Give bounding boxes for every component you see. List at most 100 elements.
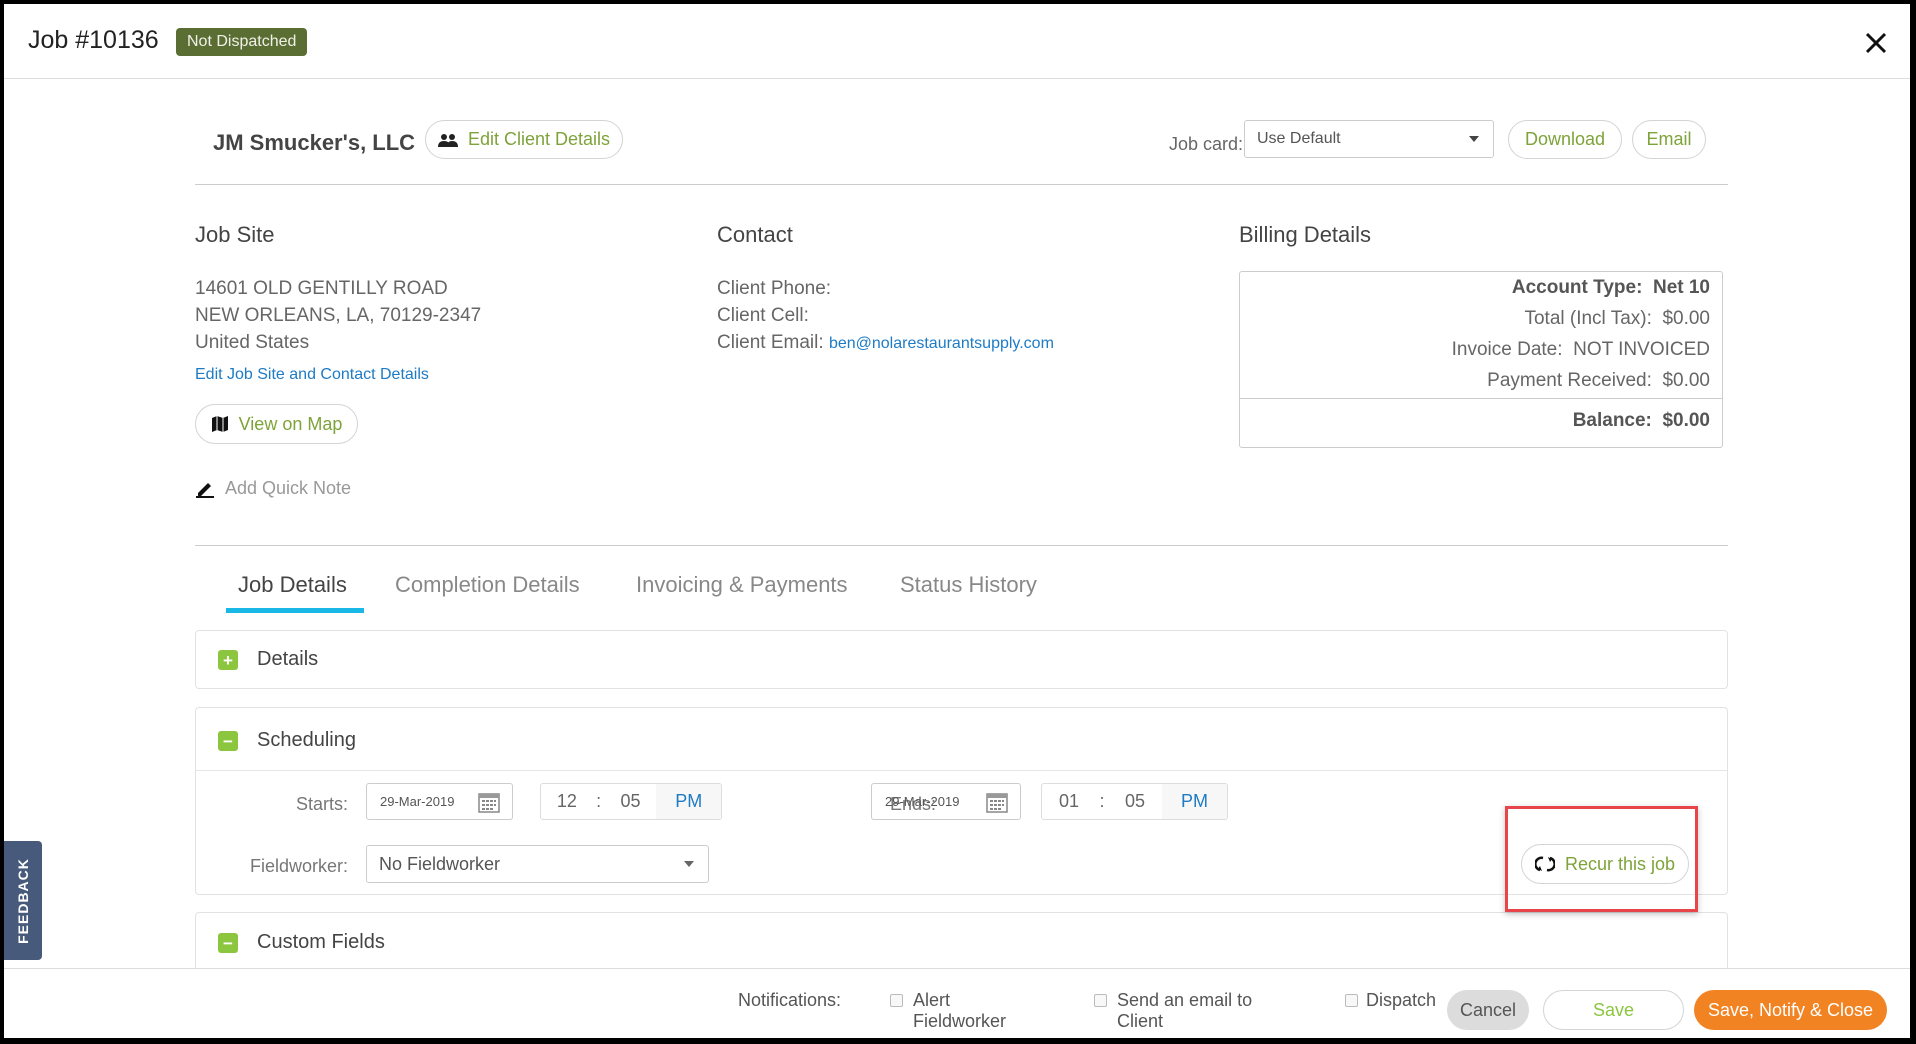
people-icon [437,133,458,147]
close-icon [1865,32,1887,54]
job-card-select[interactable]: Use Default [1244,120,1494,158]
email-button[interactable]: Email [1632,120,1706,159]
time-separator: : [1099,791,1105,811]
calendar-icon[interactable] [986,791,1008,813]
starts-label: Starts: [295,794,348,814]
start-time-input[interactable]: 12 : 05 PM [540,783,722,820]
end-time-input[interactable]: 01 : 05 PM [1041,783,1228,820]
client-name: JM Smucker's, LLC [213,130,416,155]
custom-fields-collapse-toggle[interactable]: − [218,933,238,953]
job-site-heading: Job Site [195,222,275,247]
view-on-map-button[interactable]: View on Map [195,404,358,444]
save-button[interactable]: Save [1543,990,1684,1030]
download-label: Download [1524,129,1606,149]
active-tab-indicator [226,608,364,613]
fieldworker-selected: No Fieldworker [379,853,501,874]
billing-heading: Billing Details [1239,222,1372,247]
start-minute[interactable]: 05 [605,791,657,812]
invoice-date-label: Invoice Date: [1451,339,1563,360]
map-icon [211,416,228,432]
custom-fields-panel-title[interactable]: Custom Fields [257,931,385,954]
recur-this-job-button[interactable]: Recur this job [1521,844,1689,884]
alert-fieldworker-checkbox[interactable] [890,994,903,1007]
start-hour[interactable]: 12 [541,791,593,812]
edit-job-site-link[interactable]: Edit Job Site and Contact Details [195,366,429,384]
feedback-tab[interactable]: FEEDBACK [4,841,42,960]
balance-value: $0.00 [1662,410,1710,431]
start-date-input[interactable]: 29-Mar-2019 [366,783,513,820]
email-label: Email [1646,129,1692,149]
job-card-label: Job card: [1169,134,1244,154]
download-button[interactable]: Download [1508,120,1622,159]
chevron-down-icon [1469,136,1479,142]
start-ampm-toggle[interactable]: PM [656,784,721,819]
end-minute[interactable]: 05 [1108,791,1162,812]
client-cell-label: Client Cell: [717,305,809,326]
total-row: Total (Incl Tax): $0.00 [1524,308,1710,330]
account-type-value: Net 10 [1652,277,1710,298]
status-badge: Not Dispatched [176,28,308,56]
send-email-client-line-1: Send an email to [1117,990,1253,1010]
chevron-down-icon [684,861,694,867]
account-type-row: Account Type: Net 10 [1512,277,1710,299]
send-email-client-checkbox[interactable] [1094,994,1107,1007]
job-card-selected: Use Default [1257,130,1341,147]
total-value: $0.00 [1662,308,1710,329]
refresh-icon [1534,856,1555,872]
add-quick-note-label: Add Quick Note [225,478,352,498]
dispatch-checkbox[interactable] [1345,994,1358,1007]
end-ampm-toggle[interactable]: PM [1162,784,1227,819]
details-panel-title[interactable]: Details [257,648,318,671]
payment-label: Payment Received: [1487,370,1652,391]
edit-client-details-label: Edit Client Details [467,129,611,149]
invoice-date-value: NOT INVOICED [1573,339,1710,360]
feedback-label: FEEDBACK [15,857,31,944]
job-title: Job #10136 [28,26,159,54]
tab-job-details[interactable]: Job Details [238,572,347,598]
scheduling-collapse-toggle[interactable]: − [218,731,238,751]
close-button[interactable] [1859,26,1893,60]
client-email-label: Client Email: [717,332,824,353]
details-expand-toggle[interactable]: + [218,650,238,670]
send-email-client-label: Send an email to Client [1117,990,1252,1032]
save-notify-close-button[interactable]: Save, Notify & Close [1694,990,1887,1030]
edit-client-details-button[interactable]: Edit Client Details [425,120,623,159]
dispatch-label: Dispatch [1366,990,1437,1010]
billing-summary: Account Type: Net 10 Total (Incl Tax): $… [1239,271,1723,448]
view-on-map-label: View on Map [238,413,343,434]
billing-divider [1240,398,1722,399]
scheduling-panel: − Scheduling Starts: 29-Mar-2019 12 : 05… [195,707,1728,895]
balance-label: Balance: [1572,410,1652,431]
scheduling-header-divider [196,770,1727,771]
time-separator: : [596,791,602,811]
account-type-label: Account Type: [1511,277,1643,298]
calendar-icon[interactable] [478,791,500,813]
payment-value: $0.00 [1662,370,1710,391]
client-divider [195,184,1728,185]
address-line-2: NEW ORLEANS, LA, 70129-2347 [195,305,482,326]
job-site-address: 14601 OLD GENTILLY ROAD NEW ORLEANS, LA,… [195,275,481,356]
alert-fieldworker-line-1: Alert [913,990,951,1010]
header-divider [4,78,1910,79]
end-date-input[interactable]: 29-Mar-2019 [871,783,1021,820]
job-modal: Job #10136 Not Dispatched JM Smucker's, … [4,4,1910,1038]
fieldworker-select[interactable]: No Fieldworker [366,845,709,883]
cancel-button[interactable]: Cancel [1447,990,1529,1030]
add-quick-note-button[interactable]: Add Quick Note [195,478,351,499]
contact-heading: Contact [717,222,793,247]
tab-status-history[interactable]: Status History [900,572,1037,598]
tab-invoicing-payments[interactable]: Invoicing & Payments [636,572,848,598]
section-divider [195,545,1728,546]
notifications-label: Notifications: [738,990,842,1010]
end-hour[interactable]: 01 [1042,791,1096,812]
address-line-1: 14601 OLD GENTILLY ROAD [195,278,448,299]
client-email-link[interactable]: ben@nolarestaurantsupply.com [829,335,1054,352]
total-label: Total (Incl Tax): [1524,308,1652,329]
pencil-icon [196,482,214,498]
contact-info: Client Phone: Client Cell: Client Email:… [717,275,1054,357]
invoice-date-row: Invoice Date: NOT INVOICED [1452,339,1710,361]
scheduling-panel-title[interactable]: Scheduling [257,729,356,752]
address-country: United States [195,332,310,353]
details-panel: + Details [195,630,1728,689]
tab-completion-details[interactable]: Completion Details [395,572,580,598]
